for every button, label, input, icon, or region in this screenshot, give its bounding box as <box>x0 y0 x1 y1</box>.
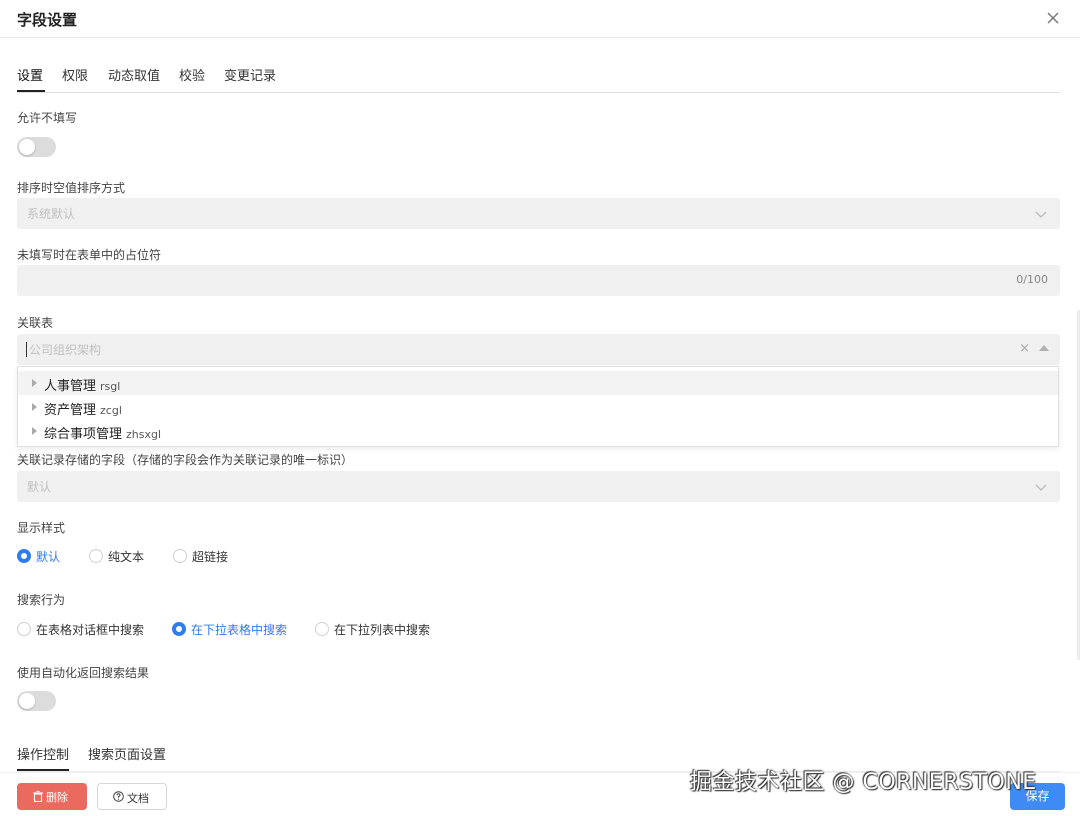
related-table-label: 关联表 <box>17 316 54 330</box>
expand-caret-icon[interactable] <box>32 427 37 435</box>
placeholder-label: 未填写时在表单中的占位符 <box>17 248 162 262</box>
radio-label: 纯文本 <box>108 550 145 564</box>
switch-knob <box>19 693 35 709</box>
placeholder-input[interactable]: 0/100 <box>17 265 1060 296</box>
radio-dot <box>17 622 31 636</box>
radio-label: 默认 <box>36 550 61 564</box>
radio-label: 在下拉表格中搜索 <box>191 623 288 637</box>
radio-label: 超链接 <box>192 550 229 564</box>
chevron-down-icon <box>1035 484 1047 491</box>
watermark-text: 掘金技术社区 @ CORNERSTONE <box>690 770 1037 795</box>
sort-empty-select[interactable]: 系统默认 <box>17 198 1060 229</box>
radio-dot <box>315 622 329 636</box>
tree-option-label: 资产管理 zcgl <box>44 403 122 418</box>
trash-icon <box>33 791 43 802</box>
radio-label: 在下拉列表中搜索 <box>334 623 431 637</box>
active-tab-indicator <box>17 90 45 92</box>
close-icon[interactable] <box>1042 7 1064 29</box>
docs-button[interactable]: 文档 <box>97 783 167 810</box>
tree-option-label: 综合事项管理 zhsxgl <box>44 427 162 442</box>
settings-tabs: 设置 权限 动态取值 校验 变更记录 <box>17 63 1060 93</box>
auto-return-label: 使用自动化返回搜索结果 <box>17 666 150 680</box>
tree-option-label: 人事管理 rsgl <box>44 379 121 394</box>
expand-caret-icon[interactable] <box>32 379 37 387</box>
radio-label: 在表格对话框中搜索 <box>36 623 145 637</box>
text-cursor <box>26 342 27 357</box>
related-table-select[interactable]: 公司组织架构 × <box>17 334 1060 365</box>
allow-empty-label: 允许不填写 <box>17 111 78 125</box>
search-behavior-radios: 在表格对话框中搜索 在下拉表格中搜索 在下拉列表中搜索 <box>17 619 477 639</box>
dialog-title: 字段设置 <box>17 11 78 29</box>
stored-field-value: 默认 <box>27 480 52 494</box>
dialog-header: 字段设置 <box>0 0 1080 38</box>
active-subtab-indicator <box>17 769 69 771</box>
sort-empty-value: 系统默认 <box>27 207 76 221</box>
stored-field-label: 关联记录存储的字段（存储的字段会作为关联记录的唯一标识） <box>17 453 354 467</box>
tree-option[interactable]: 综合事项管理 zhsxgl <box>18 419 1058 443</box>
help-circle-icon <box>113 791 124 802</box>
tab-operation-control[interactable]: 操作控制 <box>17 744 69 763</box>
docs-button-label: 文档 <box>127 792 149 805</box>
display-style-label: 显示样式 <box>17 521 66 535</box>
auto-return-switch[interactable] <box>17 691 56 711</box>
tab-dynamic-value[interactable]: 动态取值 <box>108 65 160 84</box>
display-style-radios: 默认 纯文本 超链接 <box>17 546 317 566</box>
delete-button-label: 删除 <box>46 791 68 804</box>
caret-up-icon[interactable] <box>1039 345 1049 351</box>
related-table-dropdown: 人事管理 rsgl 资产管理 zcgl 综合事项管理 zhsxgl <box>17 366 1059 447</box>
chevron-down-icon <box>1035 211 1047 218</box>
radio-dot <box>17 549 31 563</box>
clear-icon[interactable]: × <box>1019 341 1030 356</box>
sort-empty-label: 排序时空值排序方式 <box>17 181 126 195</box>
stored-field-select[interactable]: 默认 <box>17 471 1060 502</box>
allow-empty-switch[interactable] <box>17 137 56 157</box>
radio-dot <box>173 549 187 563</box>
tree-option[interactable]: 人事管理 rsgl <box>18 371 1058 395</box>
tab-change-log[interactable]: 变更记录 <box>224 65 276 84</box>
tab-search-page-settings[interactable]: 搜索页面设置 <box>88 744 166 763</box>
switch-knob <box>19 139 35 155</box>
tab-permissions[interactable]: 权限 <box>62 65 88 84</box>
tree-option[interactable]: 资产管理 zcgl <box>18 395 1058 419</box>
tab-settings[interactable]: 设置 <box>17 65 43 84</box>
radio-dot <box>89 549 103 563</box>
delete-button[interactable]: 删除 <box>17 783 87 810</box>
search-behavior-label: 搜索行为 <box>17 593 66 607</box>
expand-caret-icon[interactable] <box>32 403 37 411</box>
radio-dot <box>172 622 186 636</box>
tab-validation[interactable]: 校验 <box>179 65 205 84</box>
related-table-placeholder: 公司组织架构 <box>29 343 102 357</box>
char-counter: 0/100 <box>1016 273 1048 286</box>
